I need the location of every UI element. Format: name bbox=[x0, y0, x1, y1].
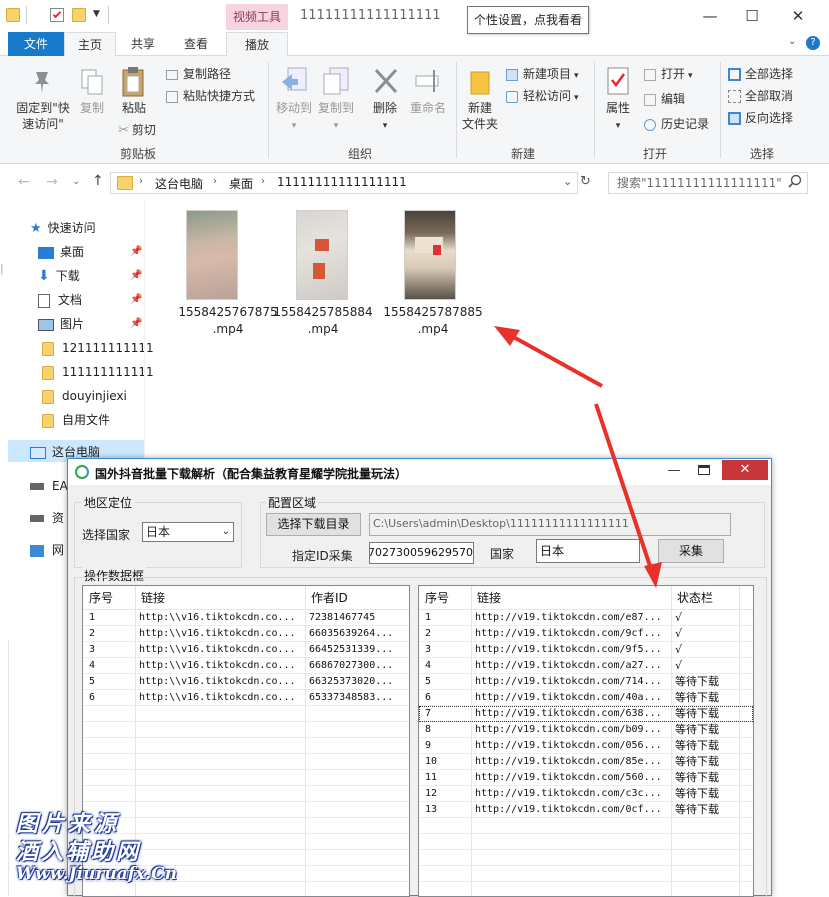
tooltip: 个性设置，点我看看 bbox=[467, 6, 589, 34]
watermark-line-3: Www.Jiuruafx.Cn bbox=[16, 864, 178, 884]
annotation-arrows bbox=[494, 326, 662, 588]
annotation-arrow-to-files bbox=[507, 332, 603, 388]
annotation-arrowhead bbox=[644, 562, 662, 588]
watermark-line-2: 酒入辅助网 bbox=[16, 839, 142, 865]
annotation-arrowhead bbox=[494, 326, 520, 346]
annotation-arrow-to-status bbox=[594, 403, 654, 573]
